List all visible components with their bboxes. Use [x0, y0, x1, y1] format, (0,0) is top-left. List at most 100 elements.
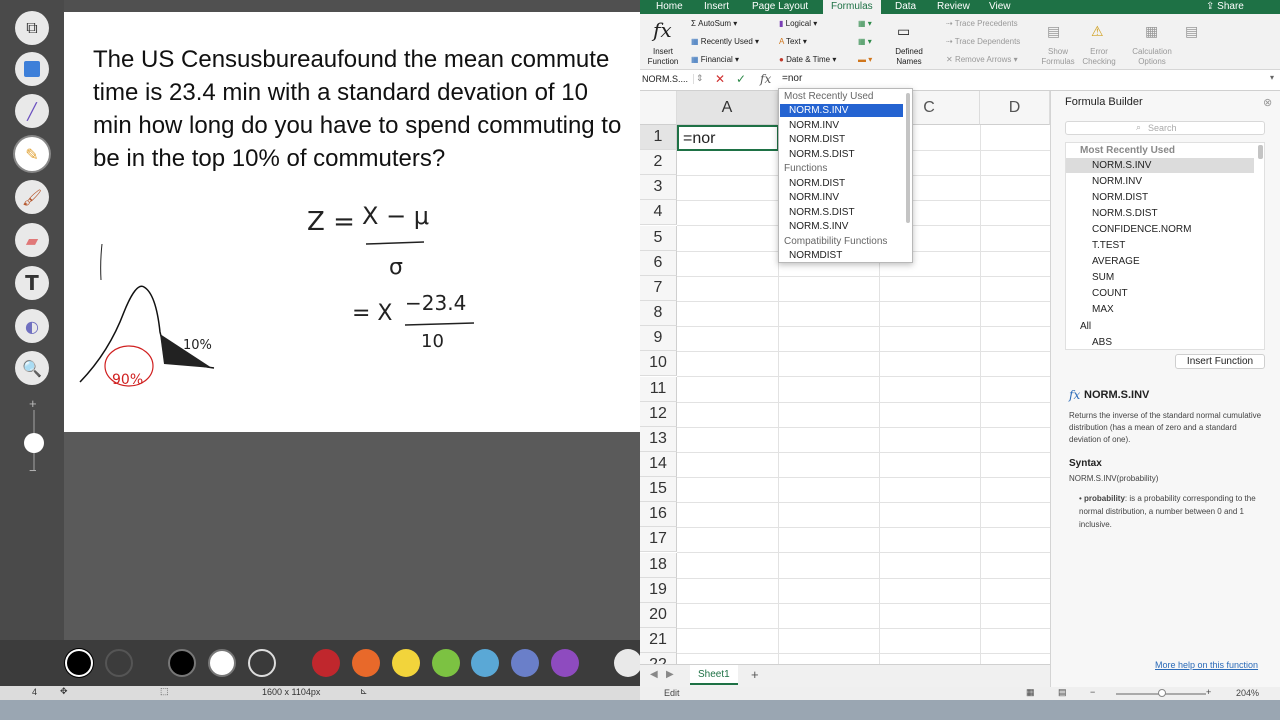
insert-function-button[interactable]: Insert Function: [1175, 354, 1265, 369]
autocomplete-item[interactable]: NORM.S.DIST: [789, 149, 855, 160]
share-button[interactable]: ⇪ Share: [1206, 1, 1244, 12]
color-swatch[interactable]: [551, 649, 579, 677]
color-swatch[interactable]: [248, 649, 276, 677]
autosum-button[interactable]: Σ AutoSum ▾: [691, 19, 737, 28]
row-header[interactable]: 18: [640, 552, 677, 578]
function-item[interactable]: NORM.S.INV: [1092, 160, 1151, 171]
autocomplete-item[interactable]: NORM.INV: [789, 120, 839, 131]
autocomplete-item[interactable]: NORM.INV: [789, 192, 839, 203]
zoom-in-icon[interactable]: +: [1206, 687, 1211, 697]
color-swatch[interactable]: [471, 649, 499, 677]
autocomplete-item[interactable]: NORMDIST: [789, 250, 842, 261]
fx-icon[interactable]: fx: [760, 72, 771, 86]
enter-icon[interactable]: ✓: [736, 72, 746, 86]
name-box[interactable]: NORM.S....: [642, 74, 694, 84]
row-header[interactable]: 12: [640, 401, 677, 427]
color-swatch[interactable]: [352, 649, 380, 677]
zoom-out-icon[interactable]: −: [1090, 687, 1095, 697]
zoom-slider-handle[interactable]: [1158, 689, 1166, 697]
row-header[interactable]: 16: [640, 502, 677, 528]
row-header[interactable]: 6: [640, 250, 677, 276]
color-swatch[interactable]: [511, 649, 539, 677]
row-header[interactable]: 11: [640, 376, 677, 402]
color-swatch[interactable]: [208, 649, 236, 677]
row-header[interactable]: 5: [640, 225, 677, 251]
zoom-icon[interactable]: 🔍: [15, 351, 49, 385]
tab-insert[interactable]: Insert: [704, 1, 729, 12]
text-icon[interactable]: T: [15, 266, 49, 300]
function-item[interactable]: CONFIDENCE.NORM: [1092, 224, 1191, 235]
more-help-link[interactable]: More help on this function: [1155, 660, 1258, 670]
formula-input[interactable]: =nor: [782, 73, 802, 84]
row-header[interactable]: 7: [640, 275, 677, 301]
remove-arrows-button[interactable]: ✕ Remove Arrows ▾: [946, 55, 1018, 64]
defined-names-button[interactable]: Defined Names: [892, 47, 926, 67]
function-item[interactable]: COUNT: [1092, 288, 1128, 299]
normal-view-icon[interactable]: ▦: [1026, 687, 1035, 698]
recently-used-button[interactable]: ▦ Recently Used ▾: [691, 37, 759, 46]
color-swatch[interactable]: [65, 649, 93, 677]
tab-view[interactable]: View: [989, 1, 1011, 12]
row-header[interactable]: 22: [640, 653, 677, 664]
trace-precedents-button[interactable]: ⇢ Trace Precedents: [946, 19, 1018, 28]
function-item[interactable]: NORM.INV: [1092, 176, 1142, 187]
row-header[interactable]: 8: [640, 301, 677, 327]
row-header[interactable]: 17: [640, 527, 677, 553]
zoom-plus-icon[interactable]: +: [29, 396, 37, 411]
color-swatch[interactable]: [105, 649, 133, 677]
text-button[interactable]: A Text ▾: [779, 37, 807, 46]
eraser-icon[interactable]: ▰: [15, 223, 49, 257]
fill-icon[interactable]: ◐: [15, 309, 49, 343]
line-icon[interactable]: ╱: [15, 94, 49, 128]
select-all-corner[interactable]: [640, 91, 677, 125]
search-input[interactable]: ⌕ Search: [1065, 121, 1265, 135]
active-cell-a1[interactable]: =nor: [677, 125, 779, 151]
function-item[interactable]: NORM.S.DIST: [1092, 208, 1158, 219]
pencil-icon[interactable]: ✎: [15, 137, 49, 171]
next-sheet-icon[interactable]: ▶: [666, 669, 674, 680]
row-header[interactable]: 21: [640, 628, 677, 653]
rectangle-icon[interactable]: [15, 52, 49, 86]
tab-data[interactable]: Data: [895, 1, 916, 12]
insert-function-button[interactable]: Insert Function: [647, 47, 679, 67]
name-box-stepper[interactable]: ⇕: [696, 73, 704, 84]
defined-names-icon[interactable]: ▭: [897, 23, 910, 40]
autocomplete-item[interactable]: NORM.DIST: [789, 178, 845, 189]
color-swatch[interactable]: [312, 649, 340, 677]
financial-button[interactable]: ▦ Financial ▾: [691, 55, 739, 64]
row-header[interactable]: 19: [640, 577, 677, 603]
row-header[interactable]: 20: [640, 602, 677, 628]
tab-home[interactable]: Home: [656, 1, 683, 12]
ruler-icon[interactable]: ⊾: [360, 686, 368, 697]
row-header[interactable]: 9: [640, 326, 677, 352]
calculate-now-icon[interactable]: ▤: [1185, 23, 1198, 40]
move-icon[interactable]: ✥: [60, 686, 68, 697]
show-formulas-button[interactable]: Show Formulas: [1040, 47, 1076, 67]
tab-review[interactable]: Review: [937, 1, 970, 12]
autocomplete-item[interactable]: NORM.S.INV: [789, 105, 848, 116]
more-functions-icon[interactable]: ▬ ▾: [858, 55, 872, 64]
function-item[interactable]: AVERAGE: [1092, 256, 1140, 267]
zoom-minus-icon[interactable]: −: [29, 463, 37, 478]
function-item[interactable]: MAX: [1092, 304, 1114, 315]
logical-button[interactable]: ▮ Logical ▾: [779, 19, 817, 28]
sheet-tab[interactable]: Sheet1: [690, 665, 738, 685]
brush-icon[interactable]: 🖌: [15, 180, 49, 214]
calculation-options-icon[interactable]: ▦: [1145, 23, 1158, 40]
color-swatch[interactable]: [392, 649, 420, 677]
crop-icon[interactable]: ⧉: [15, 11, 49, 45]
date-time-button[interactable]: ● Date & Time ▾: [779, 55, 836, 64]
function-item[interactable]: NORM.DIST: [1092, 192, 1148, 203]
selection-icon[interactable]: ⬚: [160, 686, 169, 697]
trace-dependents-button[interactable]: ⇢ Trace Dependents: [946, 37, 1020, 46]
error-checking-icon[interactable]: ⚠: [1091, 23, 1104, 40]
list-scrollbar[interactable]: [1258, 145, 1263, 159]
row-header[interactable]: 4: [640, 200, 677, 226]
close-icon[interactable]: ⊗: [1263, 96, 1272, 109]
tab-formulas[interactable]: Formulas: [823, 0, 881, 14]
expand-formula-icon[interactable]: ▾: [1270, 73, 1274, 82]
row-header[interactable]: 13: [640, 426, 677, 452]
row-header[interactable]: 14: [640, 451, 677, 477]
tab-page-layout[interactable]: Page Layout: [752, 1, 808, 12]
function-item[interactable]: T.TEST: [1092, 240, 1125, 251]
